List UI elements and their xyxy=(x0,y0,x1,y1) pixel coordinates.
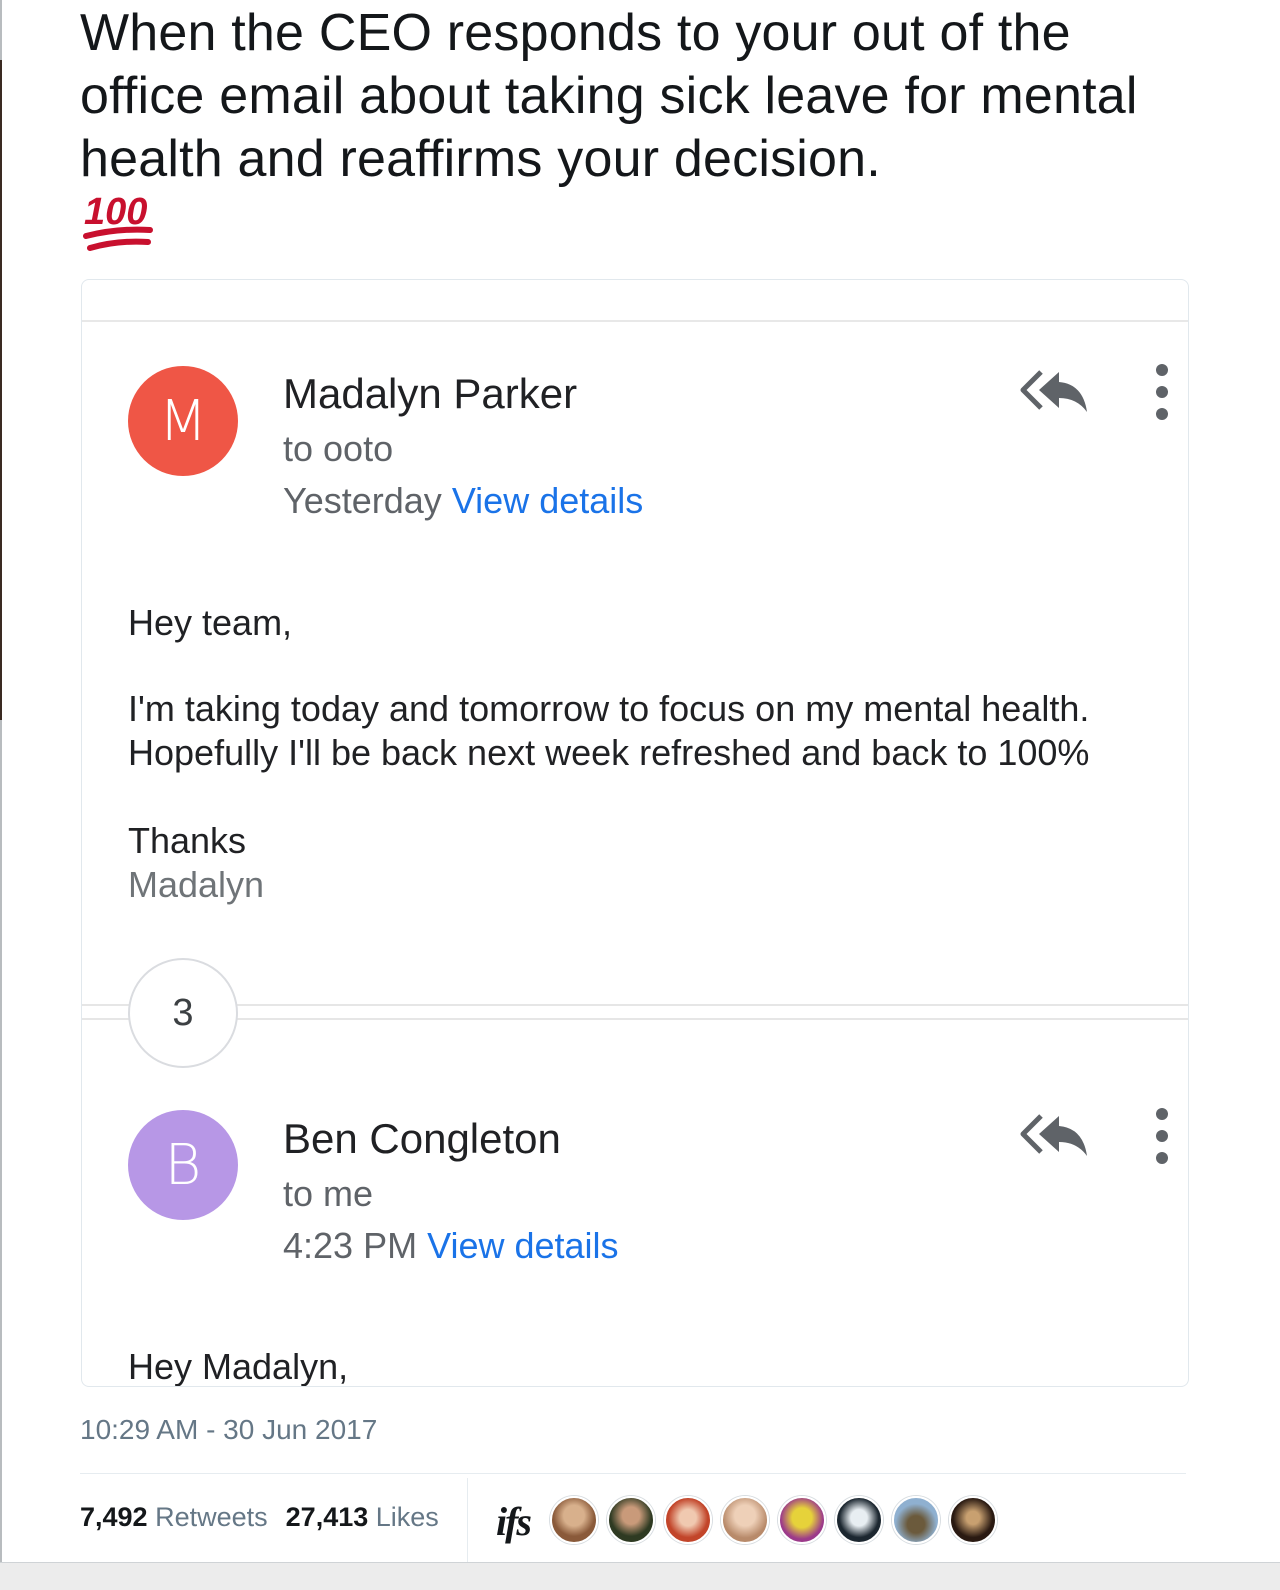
recipient-line: to me xyxy=(283,1173,374,1214)
time-line: Yesterday View details xyxy=(283,480,643,522)
liker-avatar[interactable] xyxy=(949,1496,997,1544)
tweet-stats: 7,492 Retweets 27,413 Likes xyxy=(80,1502,439,1533)
thread-divider xyxy=(82,1018,1188,1020)
liker-logo[interactable]: ifs xyxy=(496,1498,532,1545)
email-greeting: Hey team, xyxy=(128,602,293,643)
collapsed-count: 3 xyxy=(172,991,194,1034)
likes-label: Likes xyxy=(375,1502,439,1532)
avatar-ben[interactable]: B xyxy=(128,1110,238,1220)
reply-all-icon[interactable] xyxy=(1019,366,1089,416)
message-time: Yesterday xyxy=(283,480,442,521)
avatar-letter: M xyxy=(158,388,208,454)
more-options-icon[interactable] xyxy=(1152,364,1172,424)
liker-avatar[interactable] xyxy=(835,1496,883,1544)
liker-avatar[interactable] xyxy=(607,1496,655,1544)
liker-avatar[interactable] xyxy=(892,1496,940,1544)
hundred-points-emoji-icon: 100 xyxy=(83,191,153,251)
liker-avatar[interactable] xyxy=(778,1496,826,1544)
sender-name: Madalyn Parker xyxy=(283,370,578,417)
liker-avatar[interactable] xyxy=(664,1496,712,1544)
view-details-link[interactable]: View details xyxy=(452,480,643,521)
retweets-stat[interactable]: 7,492 Retweets xyxy=(80,1502,268,1532)
email-body-line: I'm taking today and tomorrow to focus o… xyxy=(128,688,1090,729)
tweet-text: When the CEO responds to your out of the… xyxy=(80,4,1138,188)
tweet-timestamp[interactable]: 10:29 AM - 30 Jun 2017 xyxy=(80,1414,377,1446)
reply-all-icon[interactable] xyxy=(1019,1110,1089,1160)
message-time: 4:23 PM xyxy=(283,1225,418,1266)
time-line: 4:23 PM View details xyxy=(283,1225,619,1267)
likes-count: 27,413 xyxy=(285,1502,369,1532)
screenshot-left-edge-dark xyxy=(0,60,2,720)
collapsed-messages-count[interactable]: 3 xyxy=(128,958,238,1068)
email-greeting: Hey Madalyn, xyxy=(128,1346,349,1387)
email-body-line: Hopefully I'll be back next week refresh… xyxy=(128,732,1090,773)
screenshot-bottom-edge xyxy=(0,1562,1280,1590)
likes-stat[interactable]: 27,413 Likes xyxy=(286,1502,439,1532)
liker-avatar[interactable] xyxy=(550,1496,598,1544)
email-thanks: Thanks xyxy=(128,820,247,861)
stats-separator xyxy=(467,1478,468,1562)
retweets-label: Retweets xyxy=(155,1502,268,1532)
thread-divider xyxy=(82,1004,1188,1006)
more-options-icon[interactable] xyxy=(1152,1108,1172,1168)
liker-avatar[interactable] xyxy=(721,1496,769,1544)
recipient-line: to ooto xyxy=(283,428,394,469)
view-details-link[interactable]: View details xyxy=(427,1225,618,1266)
email-signature: Madalyn xyxy=(128,864,265,905)
email-screenshot-card[interactable]: M Madalyn Parker to ooto Yesterday View … xyxy=(81,279,1189,1387)
stats-divider xyxy=(80,1473,1186,1474)
avatar-madalyn[interactable]: M xyxy=(128,366,238,476)
retweets-count: 7,492 xyxy=(80,1502,148,1532)
avatar-letter: B xyxy=(164,1132,202,1198)
sender-name: Ben Congleton xyxy=(283,1115,561,1162)
card-top-divider xyxy=(82,320,1188,322)
